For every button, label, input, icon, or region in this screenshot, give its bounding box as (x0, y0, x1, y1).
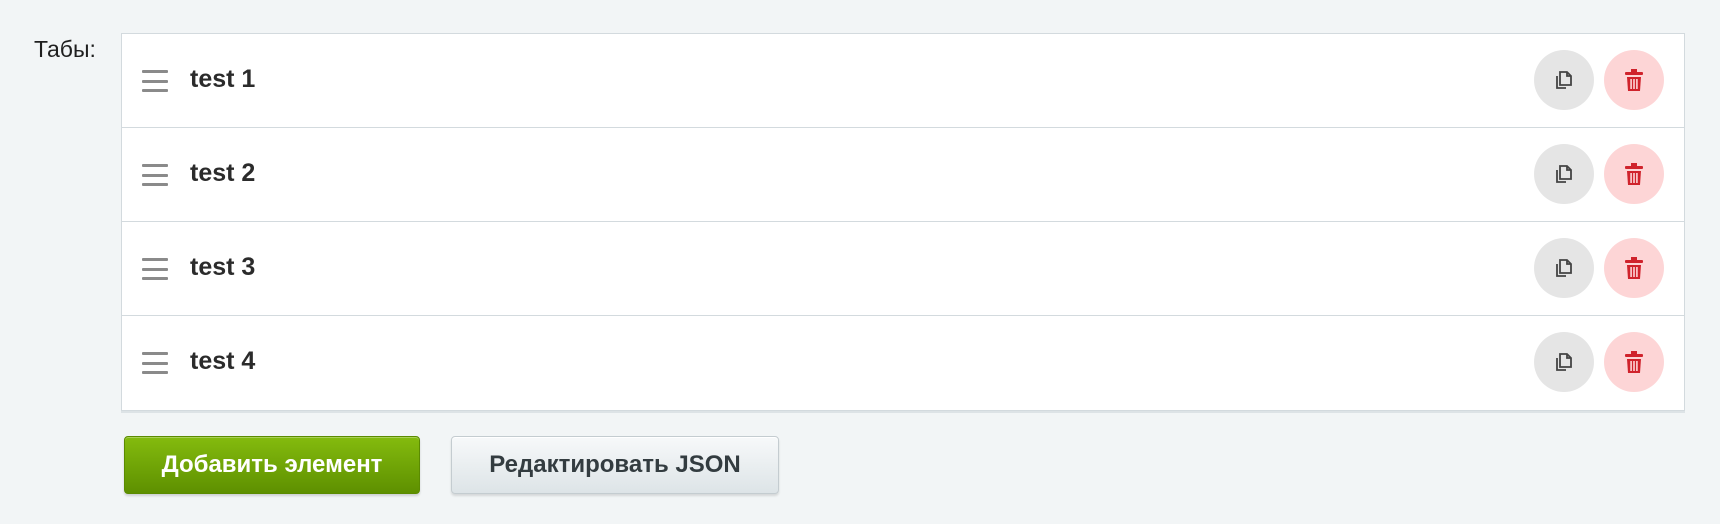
tab-title[interactable]: test 4 (190, 347, 255, 376)
tab-title[interactable]: test 1 (190, 65, 255, 94)
copy-button[interactable] (1534, 144, 1594, 204)
drag-handle-icon[interactable] (142, 164, 168, 186)
delete-button[interactable] (1604, 50, 1664, 110)
row-actions (1534, 50, 1664, 110)
row-actions (1534, 332, 1664, 392)
delete-button[interactable] (1604, 332, 1664, 392)
drag-handle-icon[interactable] (142, 70, 168, 92)
copy-button[interactable] (1534, 50, 1594, 110)
copy-icon (1556, 165, 1572, 183)
tab-row: test 4 (122, 316, 1684, 410)
delete-button[interactable] (1604, 238, 1664, 298)
row-actions (1534, 144, 1664, 204)
add-element-button[interactable]: Добавить элемент (124, 436, 420, 494)
edit-json-button[interactable]: Редактировать JSON (451, 436, 779, 494)
action-buttons: Добавить элемент Редактировать JSON (124, 436, 779, 494)
copy-icon (1556, 353, 1572, 371)
row-actions (1534, 238, 1664, 298)
drag-handle-icon[interactable] (142, 258, 168, 280)
tab-row: test 1 (122, 34, 1684, 128)
tab-title[interactable]: test 3 (190, 253, 255, 282)
copy-button[interactable] (1534, 332, 1594, 392)
tab-row: test 2 (122, 128, 1684, 222)
tabs-field: Табы: test 1 test 2 test 3 test 4 Добави… (0, 0, 1720, 524)
copy-button[interactable] (1534, 238, 1594, 298)
trash-icon (1625, 69, 1643, 91)
trash-icon (1625, 351, 1643, 373)
tab-title[interactable]: test 2 (190, 159, 255, 188)
tab-row: test 3 (122, 222, 1684, 316)
trash-icon (1625, 163, 1643, 185)
field-label: Табы: (34, 36, 96, 62)
drag-handle-icon[interactable] (142, 352, 168, 374)
trash-icon (1625, 257, 1643, 279)
copy-icon (1556, 71, 1572, 89)
delete-button[interactable] (1604, 144, 1664, 204)
tabs-list: test 1 test 2 test 3 test 4 (121, 33, 1685, 411)
copy-icon (1556, 259, 1572, 277)
